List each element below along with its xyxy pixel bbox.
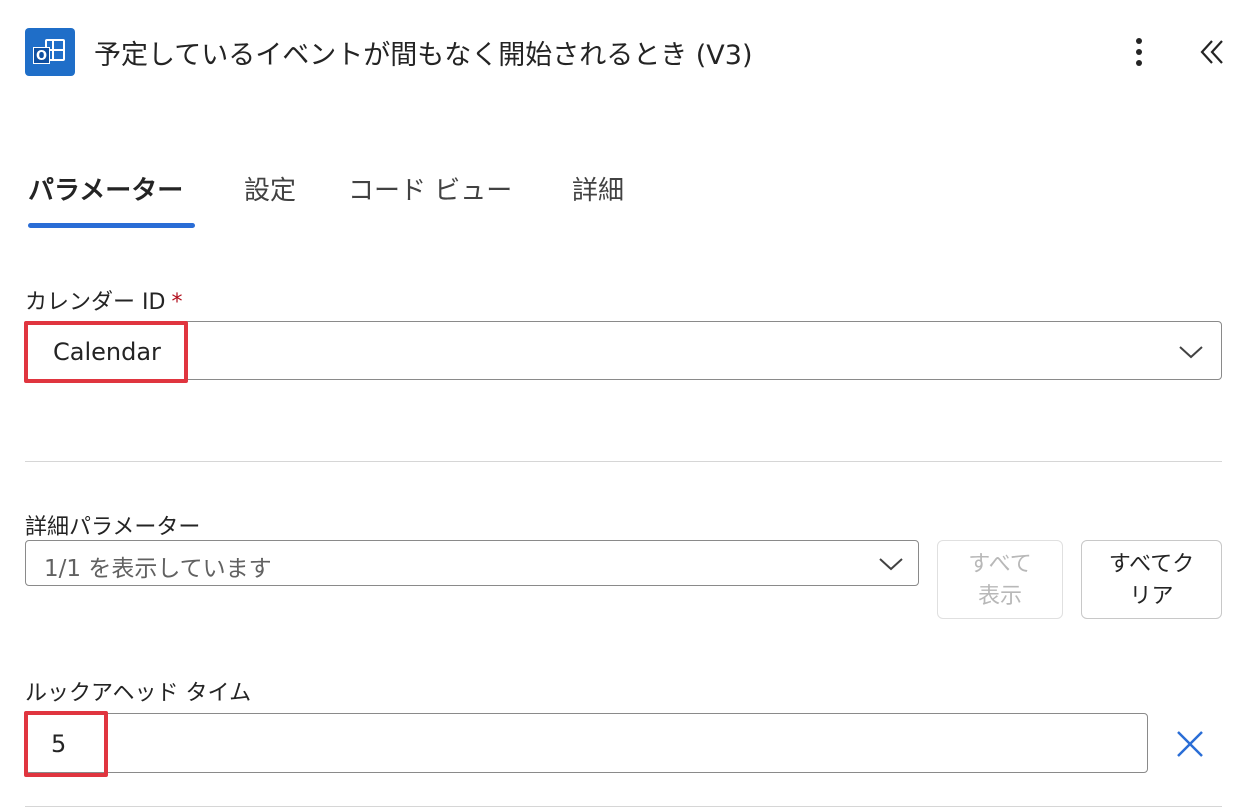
outlook-calendar-icon: O xyxy=(25,28,75,76)
chevron-down-icon xyxy=(879,558,903,571)
more-vertical-icon[interactable] xyxy=(1124,34,1154,70)
show-all-label: すべて 表示 xyxy=(968,552,1032,609)
trigger-title: 予定しているイベントが間もなく開始されるとき (V3) xyxy=(94,40,753,71)
lookahead-highlight-box xyxy=(24,711,108,777)
double-chevron-left-icon[interactable] xyxy=(1190,32,1230,72)
bottom-divider xyxy=(25,806,1222,807)
active-tab-indicator xyxy=(28,223,195,228)
calendar-highlight-box xyxy=(24,321,188,383)
calendar-id-label-text: カレンダー ID xyxy=(25,290,166,315)
lookahead-label: ルックアヘッド タイム xyxy=(25,681,252,706)
tab-parameters[interactable]: パラメーター xyxy=(28,170,183,207)
chevron-down-icon xyxy=(1179,346,1203,359)
panel-header: O 予定しているイベントが間もなく開始されるとき (V3) xyxy=(0,0,1250,105)
advanced-params-label: 詳細パラメーター xyxy=(25,515,201,540)
tab-bar: パラメーター 設定 コード ビュー 詳細 xyxy=(28,160,1228,232)
section-divider xyxy=(25,461,1222,462)
clear-all-button[interactable]: すべてク リア xyxy=(1081,540,1222,619)
clear-all-label: すべてク リア xyxy=(1108,552,1195,609)
advanced-params-value: 1/1 を表示しています xyxy=(44,556,272,582)
tab-settings[interactable]: 設定 xyxy=(244,170,296,207)
tab-details[interactable]: 詳細 xyxy=(572,170,624,207)
advanced-params-dropdown[interactable]: 1/1 を表示しています xyxy=(25,540,919,586)
lookahead-input[interactable]: 5 xyxy=(25,713,1148,773)
calendar-id-dropdown[interactable]: Calendar xyxy=(25,321,1222,380)
required-mark: * xyxy=(171,290,183,315)
close-icon[interactable] xyxy=(1174,728,1206,760)
tab-code-view[interactable]: コード ビュー xyxy=(348,170,512,207)
calendar-id-label: カレンダー ID * xyxy=(25,284,182,316)
show-all-button[interactable]: すべて 表示 xyxy=(937,540,1063,619)
